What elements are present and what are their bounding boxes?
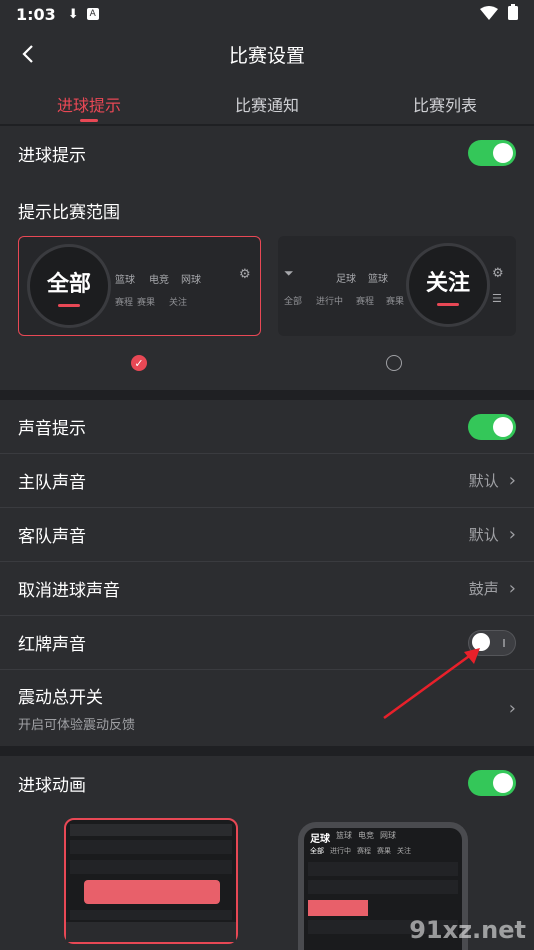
sound-tip-row: 声音提示 xyxy=(0,400,534,454)
status-bar: 1:03 ⬇ A xyxy=(0,0,534,28)
preview-row xyxy=(70,910,232,920)
preview-subtab: 赛程 xyxy=(357,847,371,855)
underline xyxy=(58,303,80,307)
tab-match-list[interactable]: 比赛列表 xyxy=(356,80,534,124)
goal-tip-label: 进球提示 xyxy=(18,145,86,166)
status-time: 1:03 xyxy=(16,4,56,24)
away-sound-row[interactable]: 客队声音 默认 › xyxy=(0,508,534,562)
vibration-text: 震动总开关 开启可体验震动反馈 xyxy=(18,683,135,733)
chevron-right-icon: › xyxy=(508,524,516,545)
cancel-goal-sound-value: 鼓声 xyxy=(468,580,499,598)
preview-subtab: 关注 xyxy=(397,847,411,855)
tab-match-notification[interactable]: 比赛通知 xyxy=(178,80,356,124)
preview-row xyxy=(70,824,232,836)
home-sound-value: 默认 xyxy=(468,472,499,490)
sound-tip-toggle[interactable] xyxy=(468,413,516,440)
goal-tip-toggle[interactable] xyxy=(468,140,516,166)
mini-subtab: 关注 xyxy=(169,298,188,308)
battery-icon xyxy=(508,4,518,24)
chevron-right-icon: › xyxy=(508,697,516,719)
mini-subtab: 进行中 xyxy=(316,297,344,307)
cancel-goal-sound-row[interactable]: 取消进球声音 鼓声 › xyxy=(0,562,534,616)
preview-tabs: 足球 篮球 电竞 网球 xyxy=(310,830,396,845)
underline xyxy=(437,302,459,306)
mini-subtab: 赛程 xyxy=(115,298,134,308)
mini-subtab: 赛果 xyxy=(137,298,156,308)
home-sound-row[interactable]: 主队声音 默认 › xyxy=(0,454,534,508)
preview-tab: 网球 xyxy=(380,831,396,840)
preview-row xyxy=(70,860,232,874)
preview-subtab: 进行中 xyxy=(330,847,351,855)
annotation-arrow-icon xyxy=(383,648,480,720)
mini-tab: 足球 xyxy=(336,274,356,285)
mini-subtab: 赛程 xyxy=(356,297,375,307)
away-sound-value: 默认 xyxy=(468,526,499,544)
section-divider xyxy=(0,390,534,400)
preview-row xyxy=(308,862,458,876)
preview-row xyxy=(70,840,232,854)
notification-icon: A xyxy=(86,8,99,20)
back-arrow-icon xyxy=(22,45,33,63)
settings-icon: ⚙ xyxy=(492,266,504,281)
away-sound-label: 客队声音 xyxy=(18,527,86,547)
preview-row xyxy=(308,880,458,894)
goal-animation-row: 进球动画 xyxy=(0,756,534,810)
goal-animation-toggle[interactable] xyxy=(468,770,516,796)
chevron-right-icon: › xyxy=(508,470,516,491)
settings-icon: ⚙ xyxy=(239,267,251,282)
sound-tip-label: 声音提示 xyxy=(18,419,86,439)
range-option-follow[interactable]: ⏷ 足球 篮球 全部 进行中 赛程 赛果 关注 ⚙ ☰ xyxy=(278,236,516,336)
goal-animation-label: 进球动画 xyxy=(18,775,86,796)
red-card-sound-label: 红牌声音 xyxy=(18,635,86,655)
preview-tab: 足球 xyxy=(310,834,330,845)
tab-bar: 进球提示 比赛通知 比赛列表 xyxy=(0,80,534,124)
range-follow-radio[interactable] xyxy=(386,355,402,371)
home-sound-label: 主队声音 xyxy=(18,473,86,493)
mini-subtab: 赛果 xyxy=(386,297,405,307)
cancel-goal-sound-label: 取消进球声音 xyxy=(18,581,120,601)
mini-tab: 篮球 xyxy=(368,274,388,285)
goal-banner xyxy=(84,880,220,904)
back-button[interactable] xyxy=(14,40,42,68)
animation-preview-left[interactable] xyxy=(64,818,238,944)
mini-tab: 篮球 xyxy=(115,275,135,286)
filter-icon: ⏷ xyxy=(284,266,294,280)
menu-icon: ☰ xyxy=(492,292,502,305)
range-follow-badge: 关注 xyxy=(406,243,490,327)
check-icon: ✓ xyxy=(134,356,144,370)
watermark: 91xz.net xyxy=(409,916,526,944)
wifi-icon xyxy=(480,5,498,24)
range-all-radio[interactable]: ✓ xyxy=(131,355,147,371)
preview-tabbar xyxy=(66,922,236,942)
mini-subtab: 全部 xyxy=(284,297,303,307)
preview-subtab: 全部 xyxy=(310,847,324,855)
range-label: 提示比赛范围 xyxy=(18,203,120,223)
preview-subtabs: 全部 进行中 赛程 赛果 关注 xyxy=(310,846,411,856)
mini-tab: 网球 xyxy=(181,275,201,286)
range-all-text: 全部 xyxy=(46,271,91,297)
page-title: 比赛设置 xyxy=(228,44,305,67)
vibration-label: 震动总开关 xyxy=(18,688,103,708)
app-bar: 比赛设置 xyxy=(0,28,534,80)
vibration-sub: 开启可体验震动反馈 xyxy=(18,718,136,733)
range-follow-text: 关注 xyxy=(425,270,470,296)
range-option-all[interactable]: 全部 篮球 电竞 网球 ⚙ 赛程 赛果 关注 xyxy=(18,236,261,336)
range-all-badge: 全部 xyxy=(27,244,111,328)
preview-tab: 电竞 xyxy=(358,831,374,840)
chevron-right-icon: › xyxy=(508,578,516,599)
preview-tab: 篮球 xyxy=(336,831,352,840)
tab-goal-tip[interactable]: 进球提示 xyxy=(0,80,178,124)
toggle-off-mark xyxy=(503,638,505,647)
mini-tab: 电竞 xyxy=(149,275,169,286)
goal-tip-row: 进球提示 xyxy=(0,126,534,180)
section-divider xyxy=(0,746,534,756)
preview-subtab: 赛果 xyxy=(377,847,391,855)
goal-banner xyxy=(308,900,368,916)
download-icon: ⬇ xyxy=(67,6,79,22)
